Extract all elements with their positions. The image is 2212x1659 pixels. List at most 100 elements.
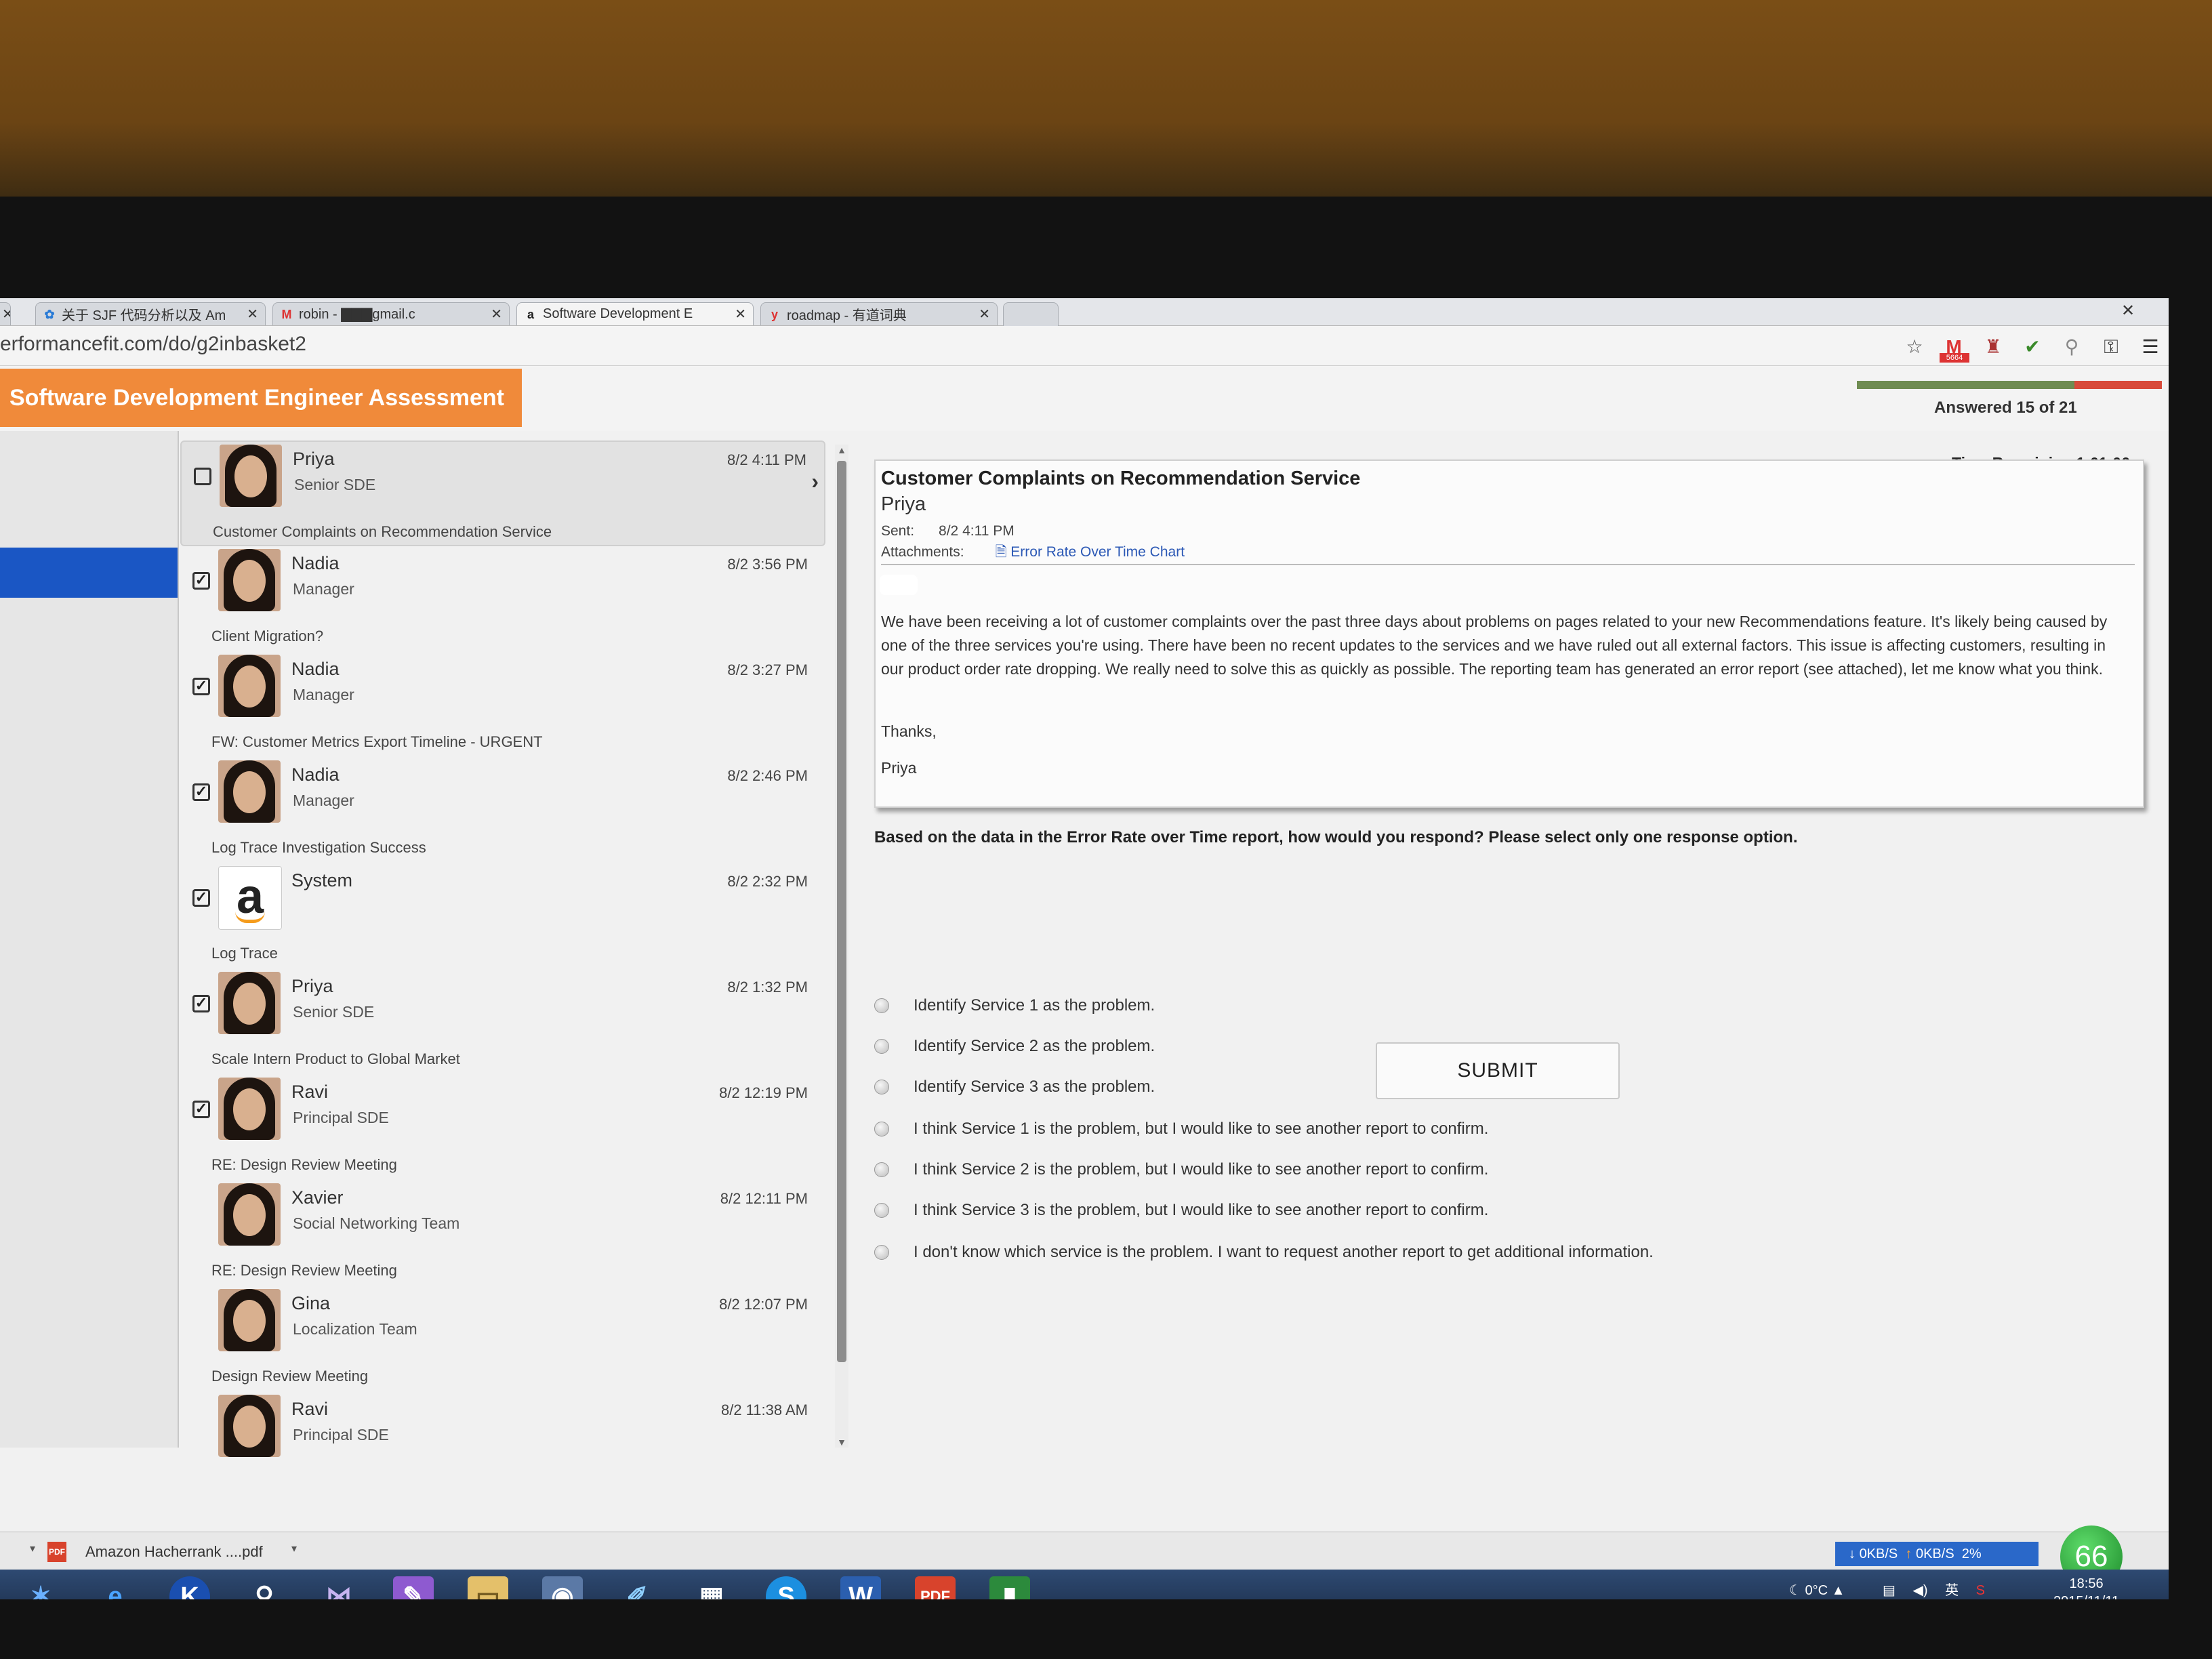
word-icon[interactable]: W — [840, 1576, 881, 1599]
inbox-message[interactable]: Ravi Principal SDE 8/2 11:38 AM — [180, 1392, 825, 1498]
left-nav-selected[interactable] — [0, 548, 178, 598]
onenote-icon[interactable]: ✎ — [393, 1576, 434, 1599]
sender-name: Ravi — [291, 1399, 329, 1419]
inbox-message[interactable]: ✓ Nadia Manager 8/2 2:46 PM Log Trace Invest… — [180, 758, 825, 863]
email-sent: Sent: 8/2 4:11 PM — [881, 523, 1015, 539]
extension-icon[interactable]: ♜ — [1982, 335, 2005, 359]
checkbox[interactable] — [194, 468, 211, 485]
sogou-icon[interactable]: S — [1976, 1583, 1985, 1598]
avatar — [218, 655, 281, 717]
pen-icon[interactable]: ✐ — [617, 1576, 657, 1599]
inbox-message[interactable]: Xavier Social Networking Team 8/2 12:11 PM… — [180, 1181, 825, 1286]
submit-button[interactable]: SUBMIT — [1376, 1042, 1620, 1099]
cpu-usage: 2% — [1961, 1547, 1982, 1561]
response-option[interactable]: Identify Service 3 as the problem. — [874, 1073, 1155, 1101]
checked-checkbox[interactable]: ✓ — [192, 572, 210, 590]
chevron-down-icon[interactable]: ▾ — [30, 1542, 35, 1555]
attachment-link[interactable]: 🗎 Error Rate Over Time Chart — [996, 544, 1185, 560]
pdf-app-icon[interactable]: PDF — [915, 1576, 956, 1599]
checked-checkbox[interactable]: ✓ — [192, 678, 210, 695]
radio-button[interactable] — [874, 1122, 889, 1136]
response-option[interactable]: I think Service 1 is the problem, but I … — [874, 1115, 1488, 1143]
visual-studio-icon[interactable]: ⋈ — [319, 1576, 359, 1599]
inbox-message[interactable]: ✓ a System 8/2 2:32 PM Log Trace — [180, 863, 825, 969]
chart-app-icon[interactable]: ▮ — [989, 1576, 1030, 1599]
close-icon[interactable]: ✕ — [0, 306, 10, 323]
response-option[interactable]: I don't know which service is the proble… — [874, 1239, 1654, 1266]
scroll-down-icon[interactable]: ▼ — [835, 1437, 848, 1448]
sent-value: 8/2 4:11 PM — [939, 523, 1015, 539]
inbox-message[interactable]: ✓ Ravi Principal SDE 8/2 12:19 PM RE: Design… — [180, 1075, 825, 1181]
radio-button[interactable] — [874, 1245, 889, 1260]
ie-icon[interactable]: e — [95, 1576, 136, 1599]
skype-icon[interactable]: S — [766, 1576, 806, 1599]
check-extension-icon[interactable]: ✔ — [2021, 335, 2044, 359]
download-menu-icon[interactable]: ▾ — [291, 1542, 297, 1555]
inbox-message[interactable]: Gina Localization Team 8/2 12:07 PM Design … — [180, 1286, 825, 1392]
apps-grid-icon[interactable]: ▦ — [691, 1576, 732, 1599]
weather-icon[interactable]: ☾ — [1789, 1583, 1801, 1598]
tab-gmail[interactable]: M robin - ▇▇▇gmail.c ✕ — [272, 302, 510, 325]
tab-close-partial[interactable]: ✕ — [0, 302, 11, 325]
ime-icon[interactable]: 英 — [1945, 1583, 1959, 1598]
new-tab-button[interactable] — [1003, 302, 1059, 327]
option-label: Identify Service 2 as the problem. — [914, 1037, 1155, 1055]
sender-name: Priya — [291, 976, 333, 996]
tab-youdao[interactable]: y roadmap - 有道词典 ✕ — [760, 302, 998, 325]
gmail-icon: M — [281, 307, 292, 321]
window-close-icon[interactable]: ✕ — [2121, 301, 2135, 321]
close-icon[interactable]: ✕ — [729, 306, 746, 323]
menu-icon[interactable]: ☰ — [2139, 335, 2162, 359]
scroll-thumb[interactable] — [837, 461, 846, 1362]
message-subject: Customer Complaints on Recommendation Se… — [213, 523, 552, 540]
radio-button[interactable] — [874, 1039, 889, 1054]
tab-label: Software Development E — [543, 306, 693, 321]
folder-icon[interactable]: ▭ — [468, 1576, 508, 1599]
network-icon[interactable]: ▤ — [1883, 1583, 1896, 1598]
inbox-message[interactable]: ✓ Nadia Manager 8/2 3:27 PM FW: Customer Met… — [180, 652, 825, 758]
search-icon[interactable]: ⚲ — [244, 1576, 285, 1599]
response-option[interactable]: Identify Service 1 as the problem. — [874, 992, 1155, 1019]
close-icon[interactable]: ✕ — [485, 306, 502, 323]
lock-extension-icon[interactable]: ⚿ — [2100, 335, 2123, 359]
chrome-icon[interactable]: ◉ — [542, 1576, 583, 1599]
email-subject: Customer Complaints on Recommendation Se… — [881, 468, 1361, 489]
radio-button[interactable] — [874, 1162, 889, 1177]
tab-assessment[interactable]: a Software Development E ✕ — [516, 302, 754, 325]
attachment-name: Error Rate Over Time Chart — [1010, 544, 1185, 560]
close-icon[interactable]: ✕ — [241, 306, 258, 323]
tray-expand-icon[interactable]: ▲ — [1832, 1583, 1845, 1598]
radio-button[interactable] — [874, 1080, 889, 1094]
inbox-scrollbar[interactable]: ▲ ▼ — [835, 445, 848, 1448]
volume-icon[interactable]: ◀) — [1912, 1583, 1927, 1598]
sender-name: System — [291, 870, 353, 890]
clock[interactable]: 18:56 2015/11/11 — [2053, 1575, 2119, 1599]
inbox-message[interactable]: Priya Senior SDE 8/2 4:11 PM Customer Compl… — [180, 441, 825, 546]
message-subject: Log Trace — [211, 945, 278, 962]
page-title: Software Development Engineer Assessment — [0, 369, 522, 427]
divider — [881, 564, 2135, 565]
tab-sjf[interactable]: ✿ 关于 SJF 代码分析以及 Am ✕ — [35, 302, 266, 325]
inbox-message[interactable]: ✓ Nadia Manager 8/2 3:56 PM Client Migration… — [180, 546, 825, 652]
checked-checkbox[interactable]: ✓ — [192, 1101, 210, 1118]
checked-checkbox[interactable]: ✓ — [192, 783, 210, 801]
sender-role: Principal SDE — [293, 1426, 389, 1443]
k-app-icon[interactable]: K — [169, 1576, 210, 1599]
scroll-up-icon[interactable]: ▲ — [835, 445, 848, 455]
response-option[interactable]: I think Service 2 is the problem, but I … — [874, 1156, 1488, 1183]
url-field[interactable]: erformancefit.com/do/g2inbasket2 — [0, 333, 306, 356]
radio-button[interactable] — [874, 1203, 889, 1218]
pin-extension-icon[interactable]: ⚲ — [2060, 335, 2083, 359]
response-option[interactable]: Identify Service 2 as the problem. — [874, 1033, 1155, 1060]
download-item[interactable]: PDF Amazon Hacherrank ....pdf — [47, 1536, 298, 1568]
close-icon[interactable]: ✕ — [973, 306, 990, 323]
sender-name: Nadia — [291, 764, 340, 785]
start-icon[interactable]: ✶ — [20, 1576, 61, 1599]
response-option[interactable]: I think Service 3 is the problem, but I … — [874, 1197, 1488, 1224]
swirl-icon: ✿ — [44, 307, 55, 321]
inbox-message[interactable]: ✓ Priya Senior SDE 8/2 1:32 PM Scale Intern … — [180, 969, 825, 1075]
radio-button[interactable] — [874, 998, 889, 1013]
checked-checkbox[interactable]: ✓ — [192, 995, 210, 1012]
checked-checkbox[interactable]: ✓ — [192, 889, 210, 907]
bookmark-star-icon[interactable]: ☆ — [1903, 335, 1926, 359]
